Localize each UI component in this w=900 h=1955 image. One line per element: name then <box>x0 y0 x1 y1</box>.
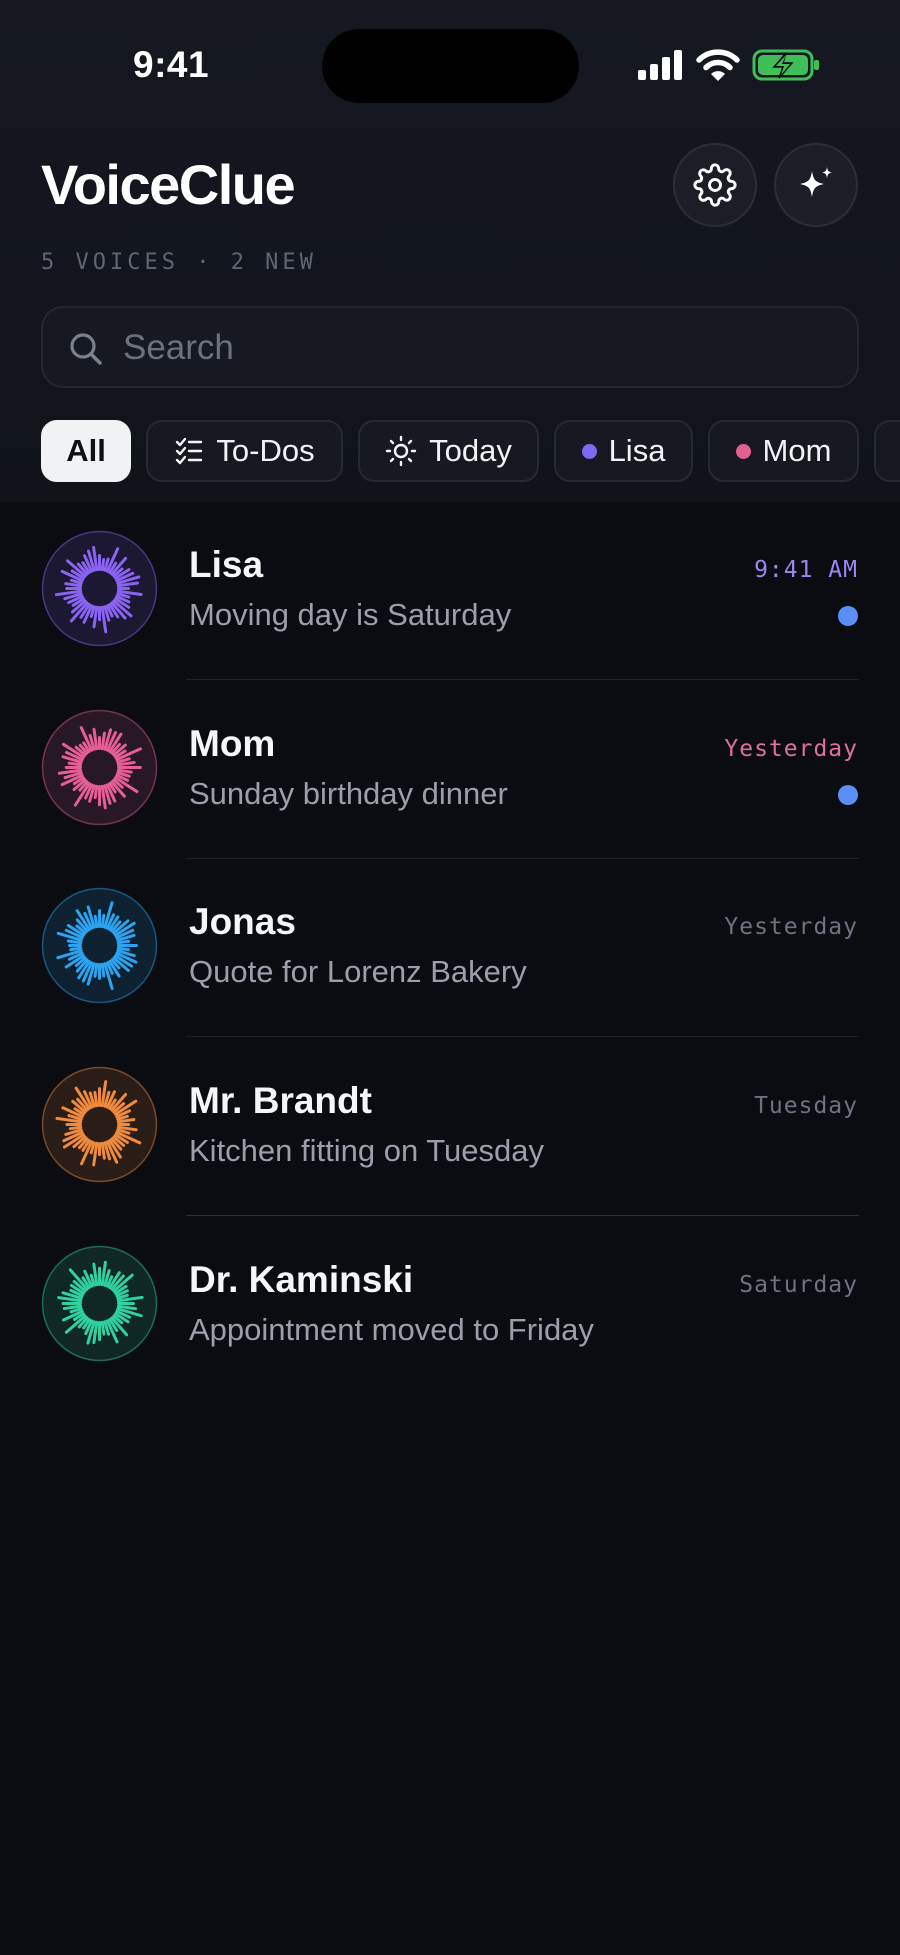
voices-count-subtitle: 5 VOICES · 2 NEW <box>41 250 317 275</box>
list-item[interactable]: Mr. Brandt Kitchen fitting on Tuesday Tu… <box>0 1038 900 1216</box>
search-input[interactable] <box>123 318 823 378</box>
timestamp: Saturday <box>739 1272 858 1298</box>
filter-chip-mom[interactable]: Mom <box>708 420 859 482</box>
waveform-ring-icon <box>41 887 158 1004</box>
status-icons <box>636 48 836 84</box>
dynamic-island <box>322 29 579 103</box>
voice-avatar <box>41 530 158 647</box>
battery-charging-icon <box>752 49 819 81</box>
waveform-ring-icon <box>41 1245 158 1362</box>
waveform-ring-icon <box>41 1066 158 1183</box>
search-bar[interactable] <box>41 306 859 388</box>
contact-name: Lisa <box>189 544 264 585</box>
filter-chip-label: To-Dos <box>216 433 315 468</box>
contact-name: Dr. Kaminski <box>189 1259 414 1300</box>
list-item[interactable]: Jonas Quote for Lorenz Bakery Yesterday <box>0 859 900 1037</box>
voice-avatar <box>41 709 158 826</box>
filter-chip-today[interactable]: Today <box>358 420 539 482</box>
status-time: 9:41 <box>133 44 210 85</box>
filter-chip-lisa[interactable]: Lisa <box>554 420 693 482</box>
gear-icon <box>693 163 737 207</box>
status-bar: 9:41 <box>0 0 900 120</box>
sun-icon <box>385 435 417 467</box>
checklist-icon <box>176 437 203 465</box>
filter-chip-label: Mom <box>762 433 832 468</box>
filter-chip-label: Lisa <box>608 433 666 468</box>
voice-preview: Quote for Lorenz Bakery <box>189 954 527 989</box>
contact-name: Jonas <box>189 901 296 942</box>
unread-indicator <box>838 785 858 805</box>
voice-preview: Appointment moved to Friday <box>189 1312 594 1347</box>
voice-preview: Sunday birthday dinner <box>189 776 508 811</box>
voice-preview: Moving day is Saturday <box>189 597 512 632</box>
voice-preview: Kitchen fitting on Tuesday <box>189 1133 545 1168</box>
divider <box>186 1215 859 1216</box>
contact-name: Mom <box>189 723 276 764</box>
waveform-ring-icon <box>41 709 158 826</box>
divider <box>186 1036 859 1037</box>
sparkles-icon <box>800 167 832 197</box>
list-item[interactable]: Lisa Moving day is Saturday 9:41 AM <box>0 502 900 680</box>
voice-avatar <box>41 1245 158 1362</box>
app-title: VoiceClue <box>41 153 296 216</box>
cellular-signal-icon <box>638 50 682 80</box>
settings-button[interactable] <box>673 143 757 227</box>
voice-avatar <box>41 887 158 1004</box>
timestamp: Yesterday <box>724 736 858 762</box>
mom-color-dot <box>735 443 751 459</box>
lisa-color-dot <box>581 443 597 459</box>
divider <box>186 679 859 680</box>
timestamp: Yesterday <box>724 914 858 940</box>
wifi-icon <box>696 49 740 81</box>
filter-chip-label: Today <box>429 433 512 468</box>
timestamp: Tuesday <box>754 1093 858 1119</box>
timestamp: 9:41 AM <box>754 557 858 583</box>
filter-chip-more[interactable] <box>874 420 900 482</box>
voice-avatar <box>41 1066 158 1183</box>
list-item[interactable]: Mom Sunday birthday dinner Yesterday <box>0 681 900 859</box>
filter-chip-label: All <box>66 433 106 468</box>
search-icon <box>70 333 102 365</box>
list-item[interactable]: Dr. Kaminski Appointment moved to Friday… <box>0 1217 900 1395</box>
waveform-ring-icon <box>41 530 158 647</box>
contact-name: Mr. Brandt <box>189 1080 372 1121</box>
filter-chip-all[interactable]: All <box>41 420 131 482</box>
filter-chips: All To-Dos Today Lisa Mom <box>0 420 900 484</box>
ai-assistant-button[interactable] <box>774 143 858 227</box>
unread-indicator <box>838 606 858 626</box>
filter-chip-todos[interactable]: To-Dos <box>146 420 343 482</box>
